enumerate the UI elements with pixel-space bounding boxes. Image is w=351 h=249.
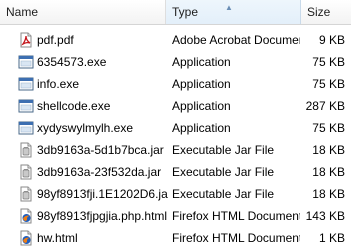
file-size: 75 KB xyxy=(312,121,345,135)
file-name: info.exe xyxy=(37,77,80,91)
file-size: 1 KB xyxy=(318,231,345,245)
file-row[interactable]: pdf.pdf Adobe Acrobat Document 9 KB xyxy=(0,29,351,51)
file-row[interactable]: 3db9163a-23f532da.jar Executable Jar File… xyxy=(0,161,351,183)
file-type: Firefox HTML Document xyxy=(172,231,300,245)
file-row[interactable]: 98yf8913fji.1E1202D6.jar Executable Jar F… xyxy=(0,183,351,205)
file-size: 18 KB xyxy=(312,165,345,179)
file-size: 18 KB xyxy=(312,143,345,157)
file-row[interactable]: 98yf8913fjpgjia.php.html Firefox HTML Doc… xyxy=(0,205,351,227)
file-type: Firefox HTML Document xyxy=(172,209,300,223)
file-size: 9 KB xyxy=(318,33,345,47)
exe-icon xyxy=(18,120,34,136)
exe-icon xyxy=(18,54,34,70)
file-type: Executable Jar File xyxy=(172,187,275,201)
file-list-view: Name Type ▲ Size pdf.pdf Adobe Acrobat Do… xyxy=(0,0,351,247)
exe-icon xyxy=(18,98,34,114)
sort-ascending-icon: ▲ xyxy=(225,3,233,12)
file-name-cell: shellcode.exe xyxy=(18,95,168,117)
file-name: 3db9163a-23f532da.jar xyxy=(37,165,162,179)
file-name-cell: info.exe xyxy=(18,73,168,95)
file-size: 287 KB xyxy=(305,99,345,113)
file-row[interactable]: hw.html Firefox HTML Document 1 KB xyxy=(0,227,351,249)
file-name-cell: xydyswylmylh.exe xyxy=(18,117,168,139)
file-name: hw.html xyxy=(37,231,78,245)
file-row[interactable]: 6354573.exe Application 75 KB xyxy=(0,51,351,73)
file-name: shellcode.exe xyxy=(37,99,111,113)
file-row[interactable]: shellcode.exe Application 287 KB xyxy=(0,95,351,117)
file-name-cell: pdf.pdf xyxy=(18,29,168,51)
jar-icon xyxy=(18,142,34,158)
file-name: 3db9163a-5d1b7bca.jar xyxy=(37,143,164,157)
file-type: Executable Jar File xyxy=(172,143,275,157)
file-name-cell: 98yf8913fji.1E1202D6.jar xyxy=(18,183,168,205)
file-name: pdf.pdf xyxy=(37,33,74,47)
file-name: 98yf8913fji.1E1202D6.jar xyxy=(37,187,168,201)
file-name: xydyswylmylh.exe xyxy=(37,121,134,135)
file-name-cell: 6354573.exe xyxy=(18,51,168,73)
jar-icon xyxy=(18,186,34,202)
column-header: Name Type ▲ Size xyxy=(0,0,351,25)
pdf-icon xyxy=(18,32,34,48)
file-type: Application xyxy=(172,77,231,91)
column-header-size[interactable]: Size xyxy=(301,0,351,24)
file-type: Application xyxy=(172,99,231,113)
file-size: 75 KB xyxy=(312,77,345,91)
file-size: 143 KB xyxy=(305,209,345,223)
file-name-cell: 98yf8913fjpgjia.php.html xyxy=(18,205,168,227)
file-name-cell: hw.html xyxy=(18,227,168,249)
html-icon xyxy=(18,208,34,224)
file-name: 6354573.exe xyxy=(37,55,107,69)
file-name-cell: 3db9163a-5d1b7bca.jar xyxy=(18,139,168,161)
file-name-cell: 3db9163a-23f532da.jar xyxy=(18,161,168,183)
file-type: Adobe Acrobat Document xyxy=(172,33,300,47)
jar-icon xyxy=(18,164,34,180)
html-icon xyxy=(18,230,34,246)
file-type: Executable Jar File xyxy=(172,165,275,179)
exe-icon xyxy=(18,76,34,92)
column-header-type[interactable]: Type ▲ xyxy=(166,0,301,24)
file-row[interactable]: 3db9163a-5d1b7bca.jar Executable Jar File… xyxy=(0,139,351,161)
file-row[interactable]: xydyswylmylh.exe Application 75 KB xyxy=(0,117,351,139)
column-header-size-label: Size xyxy=(307,5,331,19)
file-type: Application xyxy=(172,55,231,69)
column-header-type-label: Type xyxy=(172,5,199,19)
file-size: 75 KB xyxy=(312,55,345,69)
column-header-name-label: Name xyxy=(6,5,39,19)
column-header-name[interactable]: Name xyxy=(0,0,166,24)
file-rows: pdf.pdf Adobe Acrobat Document 9 KB 6354573… xyxy=(0,29,351,249)
file-type: Application xyxy=(172,121,231,135)
file-row[interactable]: info.exe Application 75 KB xyxy=(0,73,351,95)
file-name: 98yf8913fjpgjia.php.html xyxy=(37,209,168,223)
file-size: 18 KB xyxy=(312,187,345,201)
